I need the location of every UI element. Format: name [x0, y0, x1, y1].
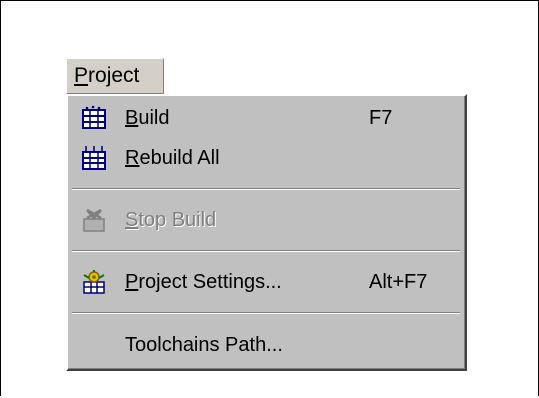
menu-project[interactable]: Project [66, 58, 164, 94]
menu-item-project-settings[interactable]: Project Settings... Alt+F7 [68, 266, 464, 298]
menu-item-rebuild-all-label: Rebuild All [125, 146, 220, 169]
menu-project-mnemonic: P [74, 64, 89, 87]
menu-project-label: roject [88, 64, 140, 87]
menu-item-stop-build[interactable]: Stop Build [68, 204, 464, 236]
menu-item-build-shortcut: F7 [369, 106, 393, 129]
menu-item-build[interactable]: Build F7 [68, 102, 464, 134]
project-dropdown-menu: Build F7 Rebuild All Stop Build Project … [66, 94, 467, 371]
menu-item-project-settings-shortcut: Alt+F7 [369, 270, 428, 293]
build-icon [82, 105, 106, 129]
menu-item-toolchains-path[interactable]: Toolchains Path... [68, 329, 464, 361]
menu-separator [72, 188, 460, 190]
menu-item-stop-build-label: Stop Build [125, 208, 217, 231]
menu-item-toolchains-path-label: Toolchains Path... [125, 333, 283, 356]
stop-build-icon [83, 208, 105, 232]
project-settings-icon [83, 270, 105, 294]
menu-separator [72, 250, 460, 252]
menu-item-rebuild-all[interactable]: Rebuild All [68, 142, 464, 174]
menu-item-build-label: Build [125, 106, 170, 129]
menu-item-project-settings-label: Project Settings... [125, 270, 282, 293]
menu-separator [72, 312, 460, 314]
rebuild-all-icon [82, 146, 106, 170]
